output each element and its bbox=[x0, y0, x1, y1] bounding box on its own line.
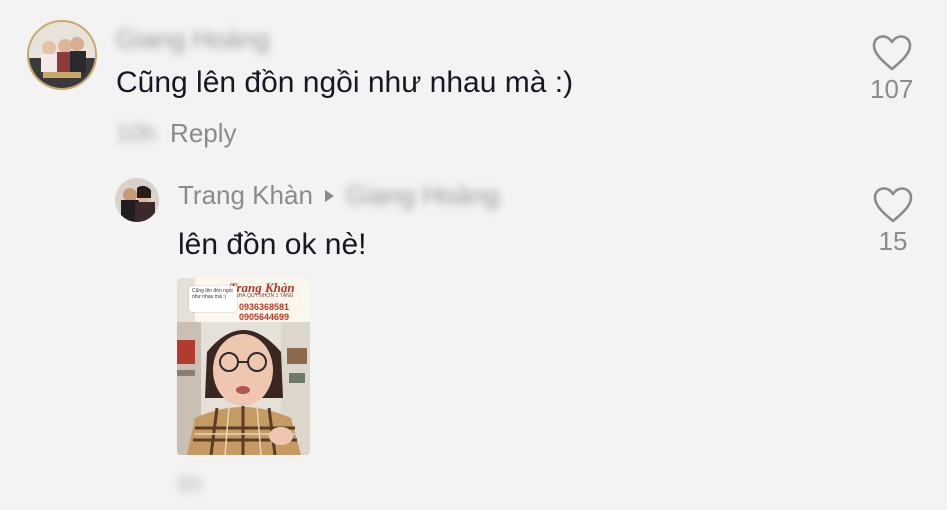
reply-author-line: Trang Khàn Giang Hoàng bbox=[178, 180, 499, 211]
video-reply-thumbnail[interactable]: Trang Khàn NHÀ QUY NHƠN 1 TẦNG 093636858… bbox=[177, 278, 310, 455]
avatar-photo bbox=[29, 22, 95, 88]
commenter-avatar[interactable] bbox=[27, 20, 97, 90]
reply-to-name[interactable]: Giang Hoàng bbox=[346, 180, 499, 211]
like-count: 107 bbox=[870, 74, 914, 104]
video-quoted-comment: Cũng lên đồn ngồi như nhau mà :) bbox=[189, 286, 237, 312]
comment-thread: Giang Hoàng Cũng lên đồn ngồi như nhau m… bbox=[0, 0, 947, 510]
comment-like[interactable]: 107 bbox=[870, 34, 913, 105]
heart-outline-icon[interactable] bbox=[872, 186, 914, 224]
comment-text: Cũng lên đồn ngồi như nhau mà :) bbox=[116, 66, 574, 99]
shop-phone-2: 0905644699 bbox=[239, 312, 290, 322]
avatar-photo bbox=[115, 178, 159, 222]
shop-phone-1: 0936368581 bbox=[239, 302, 290, 312]
like-count: 15 bbox=[878, 226, 908, 256]
commenter-name[interactable]: Giang Hoàng bbox=[116, 24, 269, 55]
reply-button[interactable]: Reply bbox=[170, 118, 236, 149]
reply-author-avatar[interactable] bbox=[115, 178, 159, 222]
comment-meta: 10h Reply bbox=[116, 118, 237, 149]
triangle-right-icon bbox=[324, 189, 334, 202]
reply-time: 5h bbox=[178, 472, 203, 497]
comment-time: 10h bbox=[116, 119, 157, 147]
heart-outline-icon[interactable] bbox=[871, 34, 913, 72]
reply-like[interactable]: 15 bbox=[872, 186, 914, 257]
reply-text: lên đồn ok nè! bbox=[178, 228, 367, 261]
reply-author-name[interactable]: Trang Khàn bbox=[178, 180, 313, 211]
shop-sign-address: NHÀ QUY NHƠN 1 TẦNG bbox=[235, 293, 294, 299]
